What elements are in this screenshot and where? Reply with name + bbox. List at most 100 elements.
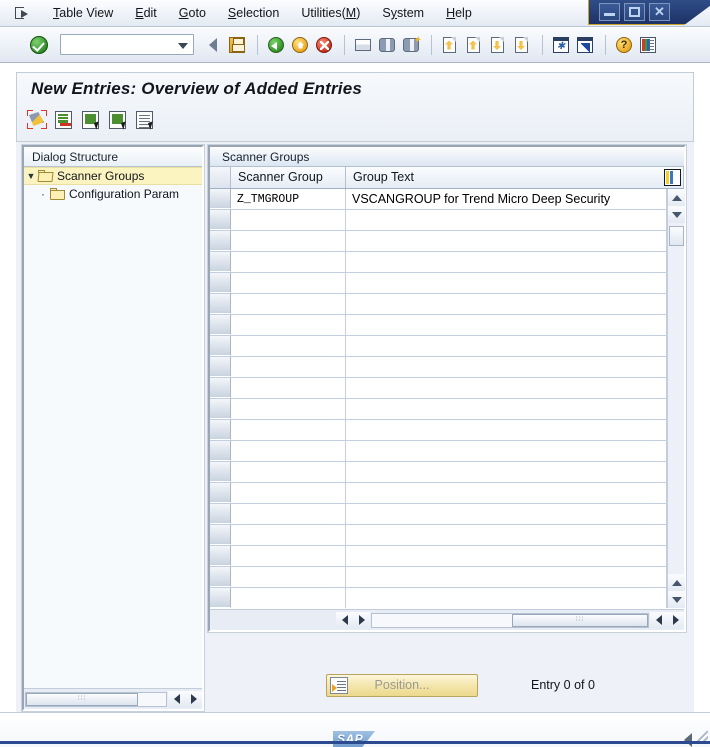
cell-scanner-group[interactable]	[231, 567, 346, 587]
cell-scanner-group[interactable]	[231, 210, 346, 230]
tree-horizontal-scrollbar[interactable]: ∶∶∶	[24, 688, 202, 709]
command-field[interactable]	[60, 34, 194, 55]
cell-group-text[interactable]: VSCANGROUP for Trend Micro Deep Security	[346, 189, 667, 209]
delete-entry-icon[interactable]	[52, 108, 77, 132]
close-button[interactable]: ✕	[649, 3, 670, 21]
cell-group-text[interactable]	[346, 420, 667, 440]
row-selector[interactable]	[210, 525, 231, 545]
cell-scanner-group[interactable]	[231, 504, 346, 524]
save-icon[interactable]	[226, 34, 248, 56]
row-selector[interactable]	[210, 378, 231, 398]
menu-item-edit[interactable]: Edit	[124, 4, 168, 22]
menu-item-help[interactable]: Help	[435, 4, 483, 22]
menu-item-table-view[interactable]: Table View	[42, 4, 124, 22]
table-row[interactable]	[210, 273, 667, 294]
row-selector[interactable]	[210, 483, 231, 503]
row-selector[interactable]	[210, 546, 231, 566]
row-selector[interactable]	[210, 273, 231, 293]
row-selector[interactable]	[210, 210, 231, 230]
table-hscroll-thumb[interactable]: ∶∶∶	[512, 613, 648, 627]
cell-group-text[interactable]	[346, 441, 667, 461]
next-page-icon[interactable]	[487, 34, 509, 56]
column-header-group-text[interactable]: Group Text	[346, 167, 684, 188]
cell-group-text[interactable]	[346, 483, 667, 503]
cell-scanner-group[interactable]	[231, 441, 346, 461]
row-selector[interactable]	[210, 420, 231, 440]
cell-scanner-group[interactable]	[231, 294, 346, 314]
table-row[interactable]	[210, 441, 667, 462]
table-row[interactable]	[210, 294, 667, 315]
tree-hscroll-track[interactable]: ∶∶∶	[25, 691, 167, 707]
table-row[interactable]	[210, 504, 667, 525]
select-entry-icon[interactable]	[106, 108, 131, 132]
row-selector[interactable]	[210, 252, 231, 272]
table-row[interactable]	[210, 315, 667, 336]
select-all-header-cell[interactable]	[210, 167, 231, 188]
scroll-down-button[interactable]	[668, 206, 685, 223]
collapse-arrow-icon[interactable]	[684, 733, 692, 747]
cell-group-text[interactable]	[346, 399, 667, 419]
cell-group-text[interactable]	[346, 252, 667, 272]
cell-scanner-group[interactable]	[231, 378, 346, 398]
table-row[interactable]	[210, 483, 667, 504]
cell-scanner-group[interactable]	[231, 399, 346, 419]
table-row[interactable]	[210, 462, 667, 483]
cell-group-text[interactable]	[346, 357, 667, 377]
green-check-icon[interactable]	[28, 34, 50, 56]
table-row[interactable]	[210, 210, 667, 231]
session-exit-icon[interactable]	[14, 5, 32, 21]
row-selector[interactable]	[210, 357, 231, 377]
minimize-button[interactable]	[599, 3, 620, 21]
find-icon[interactable]	[376, 34, 398, 56]
cell-scanner-group[interactable]	[231, 525, 346, 545]
table-hscroll-track[interactable]: ∶∶∶	[371, 612, 649, 628]
row-selector[interactable]	[210, 294, 231, 314]
tree-hscroll-thumb[interactable]: ∶∶∶	[26, 692, 138, 706]
tree-node-scanner-groups[interactable]: ▼ Scanner Groups	[24, 167, 202, 185]
help-icon[interactable]: ?	[613, 34, 635, 56]
table-horizontal-scrollbar[interactable]: ∶∶∶	[210, 609, 684, 630]
copy-entry-icon[interactable]	[79, 108, 104, 132]
cell-scanner-group[interactable]	[231, 357, 346, 377]
cell-group-text[interactable]	[346, 588, 667, 608]
cancel-icon[interactable]	[313, 34, 335, 56]
previous-page-icon[interactable]	[463, 34, 485, 56]
cell-scanner-group[interactable]	[231, 588, 346, 608]
menu-item-selection[interactable]: Selection	[217, 4, 290, 22]
row-selector[interactable]	[210, 399, 231, 419]
maximize-button[interactable]	[624, 3, 645, 21]
table-row[interactable]	[210, 420, 667, 441]
table-scroll-left-button-2[interactable]	[650, 612, 667, 628]
menu-item-system[interactable]: System	[371, 4, 435, 22]
cell-scanner-group[interactable]: Z_TMGROUP	[231, 189, 346, 209]
back-arrow-icon[interactable]	[202, 34, 224, 56]
cell-group-text[interactable]	[346, 525, 667, 545]
menu-item-utilities[interactable]: Utilities(M)	[290, 4, 371, 22]
cell-scanner-group[interactable]	[231, 420, 346, 440]
table-row[interactable]	[210, 567, 667, 588]
tree-node-configuration-parameters[interactable]: · Configuration Param	[24, 185, 202, 203]
create-session-icon[interactable]: ✱	[550, 34, 572, 56]
column-configuration-icon[interactable]	[664, 169, 681, 186]
table-scroll-right-button[interactable]	[353, 612, 370, 628]
cell-group-text[interactable]	[346, 567, 667, 587]
cell-scanner-group[interactable]	[231, 315, 346, 335]
row-selector[interactable]	[210, 567, 231, 587]
details-icon[interactable]	[133, 108, 158, 132]
expand-toggle-icon[interactable]: ▼	[24, 171, 38, 181]
tree-scroll-left-button[interactable]	[168, 691, 185, 707]
cell-group-text[interactable]	[346, 336, 667, 356]
vscroll-thumb[interactable]	[668, 226, 684, 246]
table-vertical-scrollbar[interactable]	[667, 189, 685, 608]
cell-group-text[interactable]	[346, 546, 667, 566]
chevron-down-icon[interactable]	[178, 43, 188, 49]
customize-local-layout-icon[interactable]	[637, 34, 659, 56]
table-row[interactable]	[210, 231, 667, 252]
cell-scanner-group[interactable]	[231, 252, 346, 272]
table-scroll-left-button[interactable]	[336, 612, 353, 628]
cell-group-text[interactable]	[346, 504, 667, 524]
menu-item-goto[interactable]: Goto	[168, 4, 217, 22]
cell-group-text[interactable]	[346, 231, 667, 251]
row-selector[interactable]	[210, 588, 231, 608]
table-row[interactable]	[210, 252, 667, 273]
